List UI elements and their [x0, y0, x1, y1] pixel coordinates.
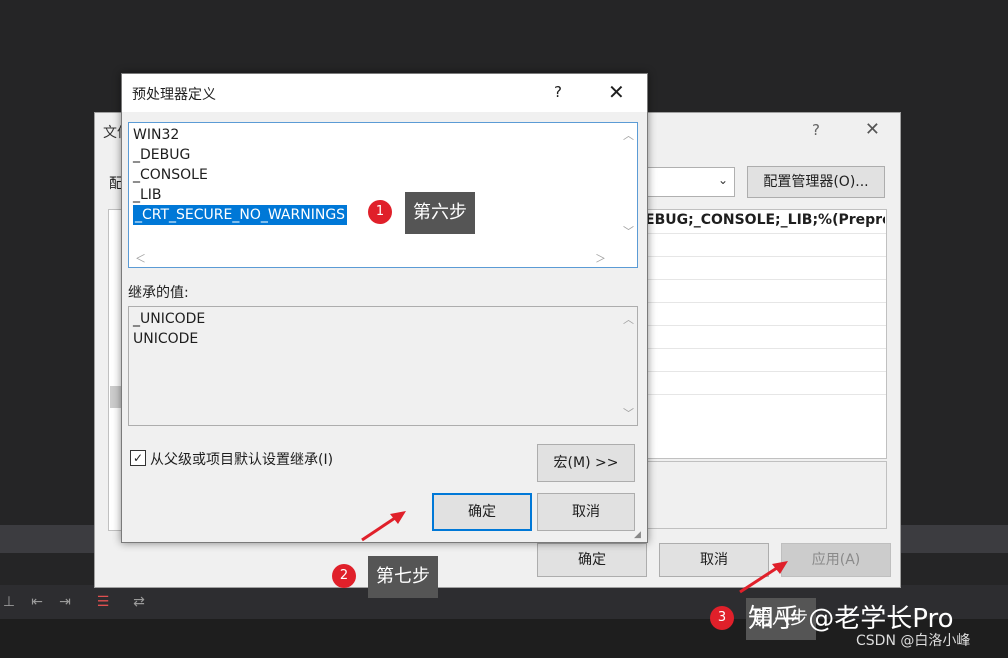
- arrow-to-ok: [361, 511, 406, 542]
- step-marker-2: 2: [332, 564, 356, 588]
- annotation-arrows: [361, 511, 788, 594]
- step-callout-2: 第七步: [368, 556, 438, 598]
- csdn-watermark: CSDN @白洛小峰: [856, 633, 971, 649]
- step-marker-3: 3: [710, 606, 734, 630]
- arrow-to-apply: [739, 561, 788, 594]
